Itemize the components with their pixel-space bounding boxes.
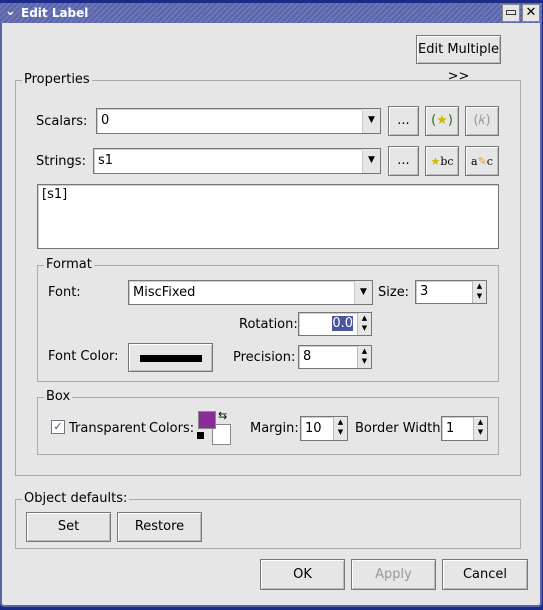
scalars-browse-button[interactable]: ... [388,106,419,136]
spin-arrows-icon[interactable]: ▲ ▼ [333,417,347,440]
spin-arrows-icon[interactable]: ▲ ▼ [472,281,486,303]
edit-string-button[interactable]: a✎c [465,146,499,176]
rotation-label: Rotation: [239,317,298,332]
border-width-spinbox[interactable]: 1 ▲ ▼ [441,416,488,441]
new-string-button[interactable]: ★bc [425,146,459,176]
restore-button[interactable]: Restore [117,512,202,542]
edit-scalar-button[interactable]: (𝑘) [465,106,499,136]
font-value: MiscFixed [133,285,196,300]
window-title: Edit Label [21,6,89,20]
reset-colors-icon[interactable] [197,432,204,439]
star-abc-icon: ★bc [430,155,454,168]
margin-value: 10 [305,421,322,436]
edit-function-icon: (𝑘) [473,113,491,128]
margin-label: Margin: [250,421,299,436]
maximize-icon[interactable]: ▭ [502,4,520,22]
strings-label: Strings: [36,154,86,169]
precision-label: Precision: [233,350,296,365]
strings-combo[interactable]: s1 ▼ [93,148,381,174]
border-width-value: 1 [446,421,455,436]
foreground-color-swatch[interactable] [198,411,216,429]
pencil-abc-icon: a✎c [471,155,493,168]
chevron-down-icon[interactable]: ▼ [354,281,372,304]
colors-label: Colors: [149,421,195,436]
spin-arrows-icon[interactable]: ▲ ▼ [357,346,371,368]
rotation-value: 0.0 [332,316,353,331]
label-text-area[interactable]: [s1] [37,184,499,249]
window-menu-icon[interactable]: ⌄ [5,4,16,19]
apply-button[interactable]: Apply [351,559,436,590]
margin-spinbox[interactable]: 10 ▲ ▼ [300,416,348,441]
format-label: Format [44,257,94,272]
new-scalar-button[interactable]: (★) [425,106,459,136]
properties-label: Properties [22,72,92,87]
star-function-icon: (★) [431,113,453,128]
color-selector[interactable]: ⇆ [197,409,233,447]
rotation-spinbox[interactable]: 0.0 ▲ ▼ [298,312,372,336]
precision-value: 8 [303,349,312,364]
font-label: Font: [48,285,81,300]
ok-button[interactable]: OK [260,559,345,590]
size-label: Size: [378,285,410,300]
spin-arrows-icon[interactable]: ▲ ▼ [473,417,487,440]
precision-spinbox[interactable]: 8 ▲ ▼ [298,345,372,369]
spin-arrows-icon[interactable]: ▲ ▼ [357,313,371,335]
set-button[interactable]: Set [26,512,111,542]
font-combo[interactable]: MiscFixed ▼ [128,280,373,305]
edit-multiple-button[interactable]: Edit Multiple >> [416,35,501,84]
scalars-combo[interactable]: 0 ▼ [96,108,381,134]
close-icon[interactable]: ✕ [522,4,540,22]
transparent-checkbox[interactable]: ✓ [51,420,65,434]
chevron-down-icon[interactable]: ▼ [362,149,380,173]
strings-browse-button[interactable]: ... [388,146,419,176]
object-defaults-label: Object defaults: [22,491,130,506]
size-spinbox[interactable]: 3 ▲ ▼ [415,280,487,304]
strings-value: s1 [98,153,114,168]
transparent-label[interactable]: Transparent [69,421,146,436]
font-color-swatch [140,355,202,362]
chevron-down-icon[interactable]: ▼ [362,109,380,133]
font-color-label: Font Color: [48,349,119,364]
swap-colors-icon[interactable]: ⇆ [218,409,227,422]
border-width-label: Border Width: [355,421,445,436]
title-bar[interactable]: ⌄ Edit Label ▭ ✕ [0,3,542,23]
box-label: Box [44,389,73,404]
size-value: 3 [420,284,429,299]
font-color-button[interactable] [128,343,213,372]
scalars-label: Scalars: [36,114,88,129]
scalars-value: 0 [101,113,110,128]
cancel-button[interactable]: Cancel [442,559,528,590]
